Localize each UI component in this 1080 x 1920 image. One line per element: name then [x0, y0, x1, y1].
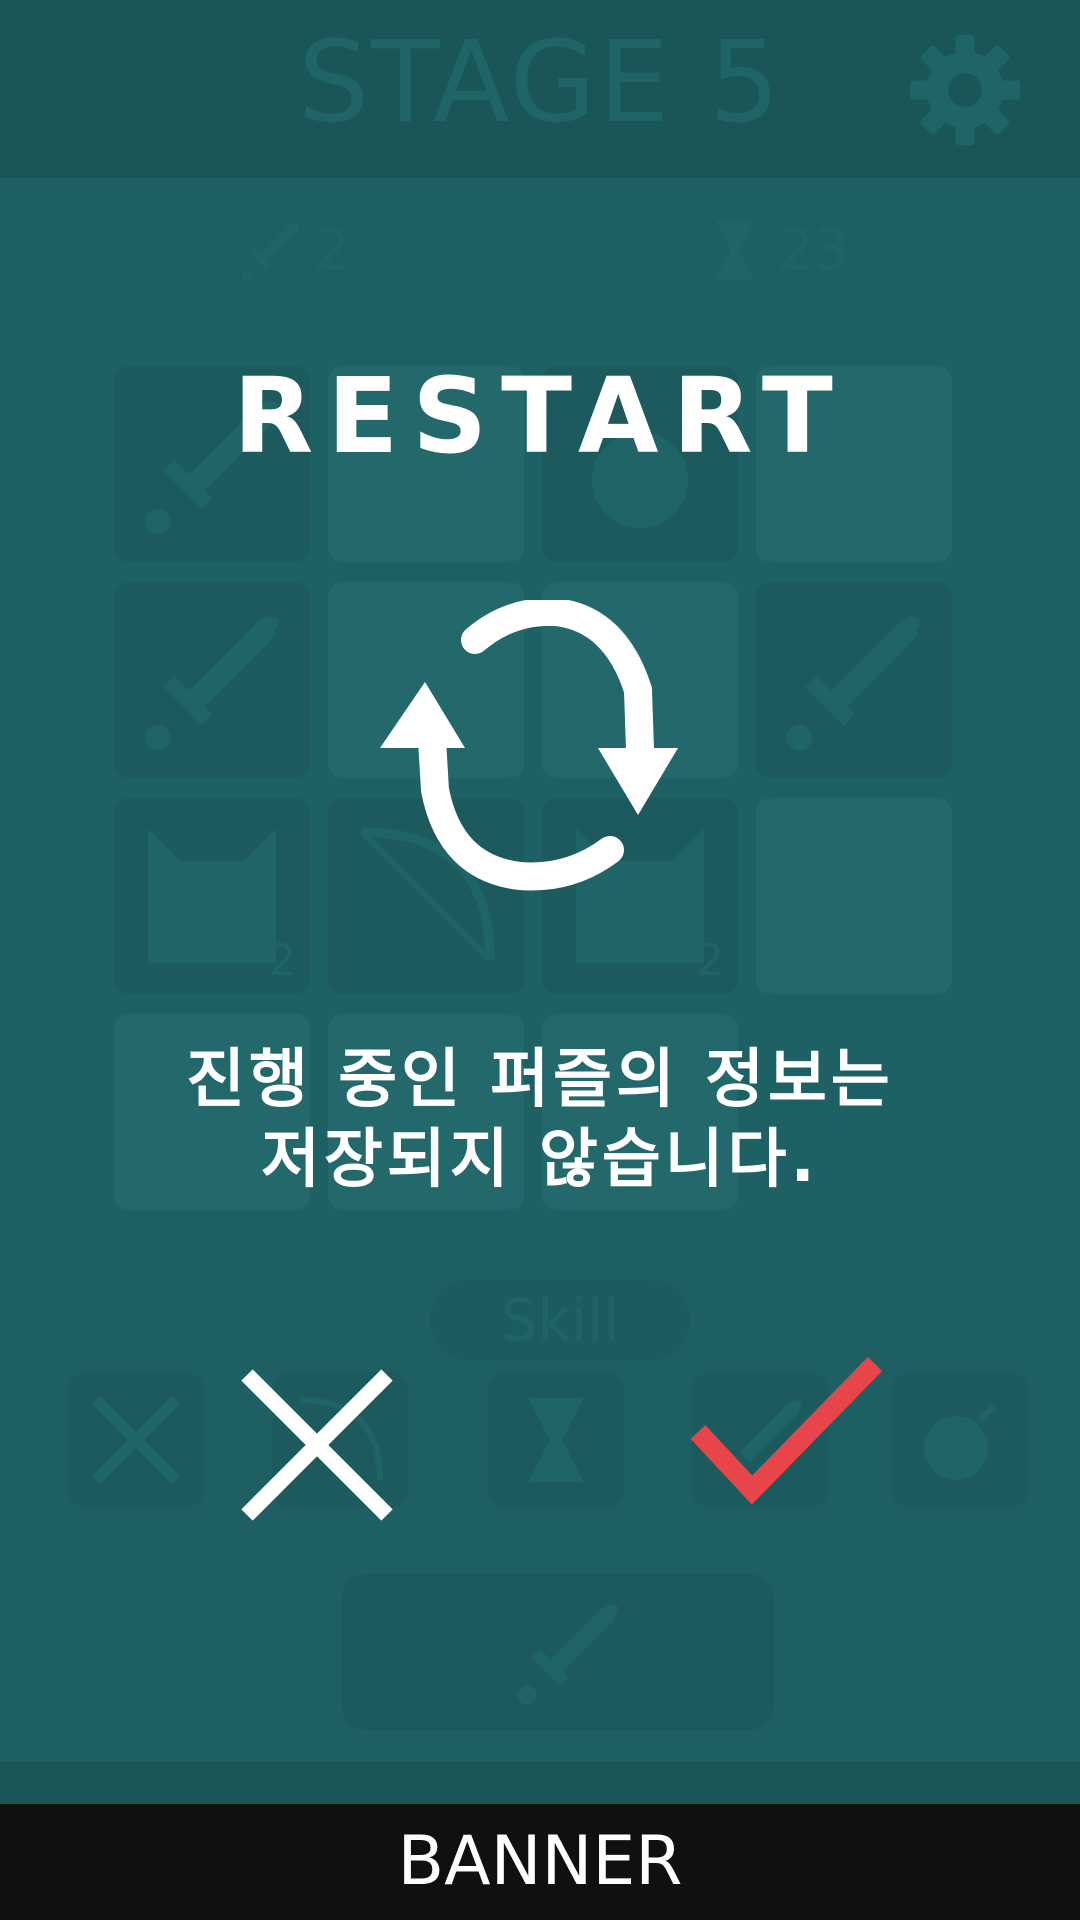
ad-banner[interactable]: BANNER — [0, 1804, 1080, 1920]
restart-icon — [380, 600, 678, 891]
restart-dialog: RESTART 진행 중인 퍼즐의 정보는 저장되지 않습니다. — [0, 0, 1080, 1804]
dialog-message: 진행 중인 퍼즐의 정보는 저장되지 않습니다. — [90, 1040, 990, 1200]
confirm-button[interactable] — [690, 1350, 890, 1510]
dialog-title: RESTART — [233, 355, 847, 477]
close-icon — [241, 1369, 393, 1521]
cancel-button[interactable] — [232, 1360, 402, 1530]
check-icon — [690, 1357, 883, 1505]
message-line-2: 저장되지 않습니다. — [261, 1123, 819, 1197]
message-line-1: 진행 중인 퍼즐의 정보는 — [186, 1043, 894, 1117]
